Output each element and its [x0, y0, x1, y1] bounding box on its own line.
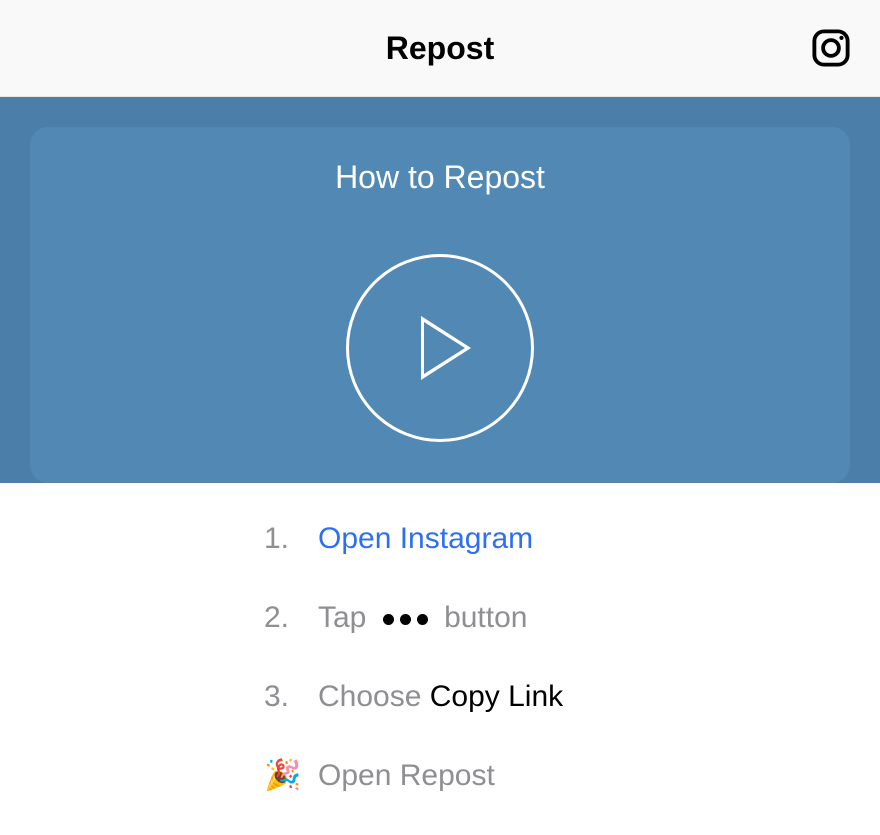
- app-header: Repost: [0, 0, 880, 97]
- play-icon: [421, 316, 471, 380]
- play-button[interactable]: [346, 254, 534, 442]
- step-number: 1.: [264, 519, 318, 558]
- party-popper-icon: 🎉: [264, 756, 318, 795]
- hero-card: How to Repost: [30, 127, 850, 483]
- step-text: Tap button: [318, 598, 527, 637]
- step-2: 2. Tap button: [264, 598, 880, 637]
- step-3: 3. Choose Copy Link: [264, 677, 880, 716]
- step-text: Choose Copy Link: [318, 677, 563, 716]
- header-title: Repost: [386, 30, 494, 67]
- step-number: 2.: [264, 598, 318, 637]
- instagram-icon[interactable]: [810, 27, 852, 69]
- hero-title: How to Repost: [335, 159, 545, 196]
- step-1: 1. Open Instagram: [264, 519, 880, 558]
- step-text: Open Repost: [318, 756, 495, 795]
- step-final: 🎉 Open Repost: [264, 756, 880, 795]
- open-instagram-link[interactable]: Open Instagram: [318, 519, 533, 558]
- hero-section: How to Repost: [0, 97, 880, 483]
- more-dots-icon: [383, 614, 428, 625]
- steps-list: 1. Open Instagram 2. Tap button 3. Choos…: [0, 483, 880, 795]
- step-number: 3.: [264, 677, 318, 716]
